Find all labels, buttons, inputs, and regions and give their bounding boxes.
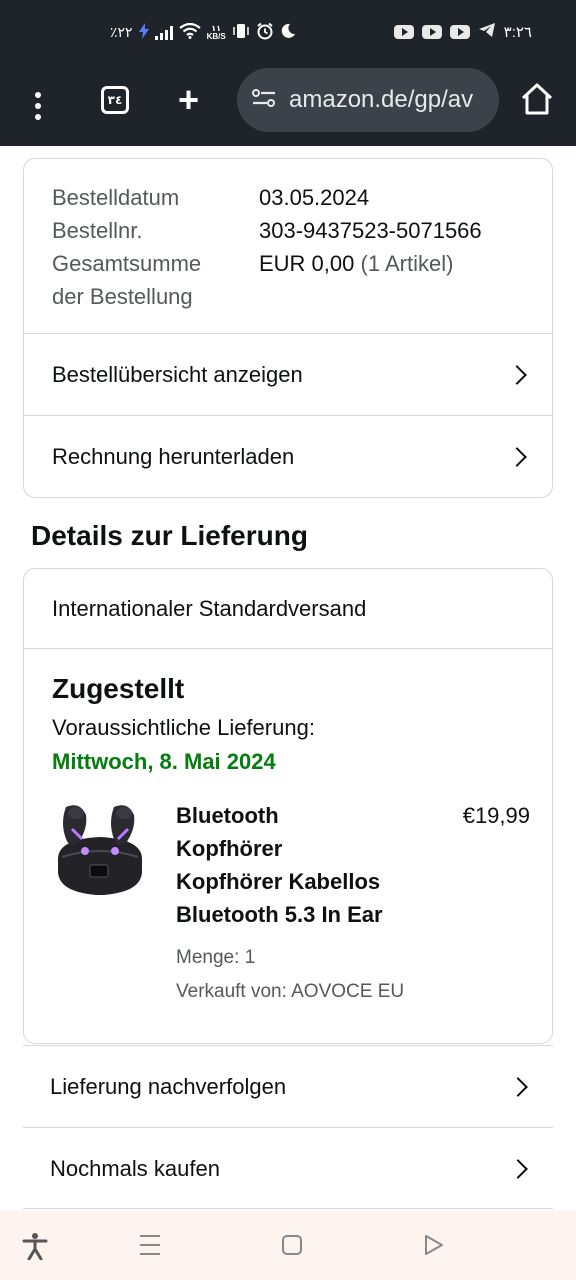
accessibility-icon[interactable]: [22, 1232, 48, 1265]
vibrate-icon: [232, 23, 250, 42]
telegram-icon: [478, 22, 496, 42]
order-total-label-line2: der Bestellung: [52, 284, 193, 309]
status-left-icons: ٪٢٢ ١١ KB/S: [110, 22, 296, 43]
divider: [23, 1208, 553, 1209]
download-invoice-label: Rechnung herunterladen: [52, 443, 295, 469]
product-title-line: Kopfhörer Kabellos: [176, 869, 381, 894]
status-right-icons: ٣:٢٦: [393, 22, 532, 42]
product-title-line: Kopfhörer: [176, 836, 283, 861]
youtube-icon: [393, 25, 414, 39]
chevron-right-icon: [507, 446, 527, 467]
network-speed: ١١ KB/S: [206, 24, 226, 41]
order-total-row: Gesamtsumme der Bestellung EUR 0,00 (1 A…: [52, 247, 524, 313]
order-info-card: Bestelldatum 03.05.2024 Bestellnr. 303-9…: [23, 158, 553, 498]
view-order-summary-label: Bestellübersicht anzeigen: [52, 361, 303, 387]
browser-toolbar: ٣٤ + amazon.de/gp/av: [0, 68, 576, 146]
order-date-row: Bestelldatum 03.05.2024: [52, 181, 524, 214]
url-text[interactable]: amazon.de/gp/av: [289, 86, 473, 114]
chevron-right-icon: [507, 364, 527, 385]
download-invoice-link[interactable]: Rechnung herunterladen: [24, 415, 552, 497]
home-icon[interactable]: [520, 82, 554, 121]
address-bar[interactable]: amazon.de/gp/av: [237, 68, 499, 132]
wifi-icon: [178, 22, 201, 42]
order-total-label-line1: Gesamtsumme: [52, 251, 202, 276]
order-date-value: 03.05.2024: [259, 185, 370, 210]
order-date-label: Bestelldatum: [52, 185, 180, 210]
chevron-right-icon: [508, 1076, 528, 1097]
view-order-summary-link[interactable]: Bestellübersicht anzeigen: [24, 333, 552, 415]
product-price: €19,99: [462, 803, 530, 828]
order-number-label: Bestellnr.: [52, 218, 143, 243]
site-settings-icon[interactable]: [251, 87, 277, 114]
recent-apps-icon[interactable]: [138, 1234, 162, 1261]
delivery-section-title: Details zur Lieferung: [31, 520, 308, 551]
clock: ٣:٢٦: [503, 24, 532, 41]
network-speed-unit: KB/S: [206, 31, 226, 41]
system-nav-bar: [0, 1210, 576, 1280]
order-total-amount: EUR 0,00: [259, 251, 355, 276]
moon-icon: [280, 23, 296, 42]
product-title[interactable]: Bluetooth Kopfhörer Kopfhörer Kabellos B…: [176, 799, 426, 931]
product-quantity: Menge: 1: [176, 947, 256, 968]
track-delivery-label: Lieferung nachverfolgen: [50, 1073, 287, 1099]
track-delivery-link[interactable]: Lieferung nachverfolgen: [23, 1045, 553, 1127]
youtube-icon: [421, 25, 442, 39]
chevron-right-icon: [508, 1158, 528, 1179]
tab-switcher-button[interactable]: ٣٤: [101, 86, 129, 114]
youtube-icon: [449, 25, 470, 39]
order-total-label: Gesamtsumme der Bestellung: [52, 247, 259, 313]
signal-icon: [154, 25, 173, 40]
new-tab-icon[interactable]: +: [178, 82, 199, 118]
product-seller: Verkauft von: AOVOCE EU: [176, 981, 405, 1002]
product-title-line: Bluetooth: [176, 803, 279, 828]
back-nav-icon[interactable]: [422, 1234, 446, 1261]
shipping-method: Internationaler Standardversand: [24, 569, 552, 649]
charging-icon: [138, 23, 149, 42]
buy-again-link[interactable]: Nochmals kaufen: [23, 1127, 553, 1209]
home-nav-icon[interactable]: [281, 1234, 303, 1261]
alarm-icon: [256, 22, 274, 43]
delivery-card: Internationaler Standardversand Zugestel…: [23, 568, 553, 1044]
delivery-status: Zugestellt: [52, 673, 185, 704]
expected-delivery-label: Voraussichtliche Lieferung:: [52, 715, 315, 740]
menu-icon[interactable]: [28, 86, 48, 126]
buy-again-label: Nochmals kaufen: [50, 1155, 220, 1181]
shipment: Zugestellt Voraussichtliche Lieferung: M…: [24, 649, 552, 1041]
order-details: Bestelldatum 03.05.2024 Bestellnr. 303-9…: [24, 159, 552, 333]
order-number-value: 303-9437523-5071566: [259, 218, 482, 243]
expected-delivery-date: Mittwoch, 8. Mai 2024: [52, 749, 276, 774]
status-bar: ٪٢٢ ١١ KB/S ٣:٢٦: [0, 0, 576, 68]
order-total-value: EUR 0,00 (1 Artikel): [259, 247, 453, 313]
battery-percent: ٪٢٢: [110, 24, 133, 40]
product-title-line: Bluetooth 5.3 In Ear: [176, 902, 383, 927]
order-total-items: (1 Artikel): [360, 251, 454, 276]
order-number-row: Bestellnr. 303-9437523-5071566: [52, 214, 524, 247]
product-image[interactable]: [52, 799, 148, 899]
